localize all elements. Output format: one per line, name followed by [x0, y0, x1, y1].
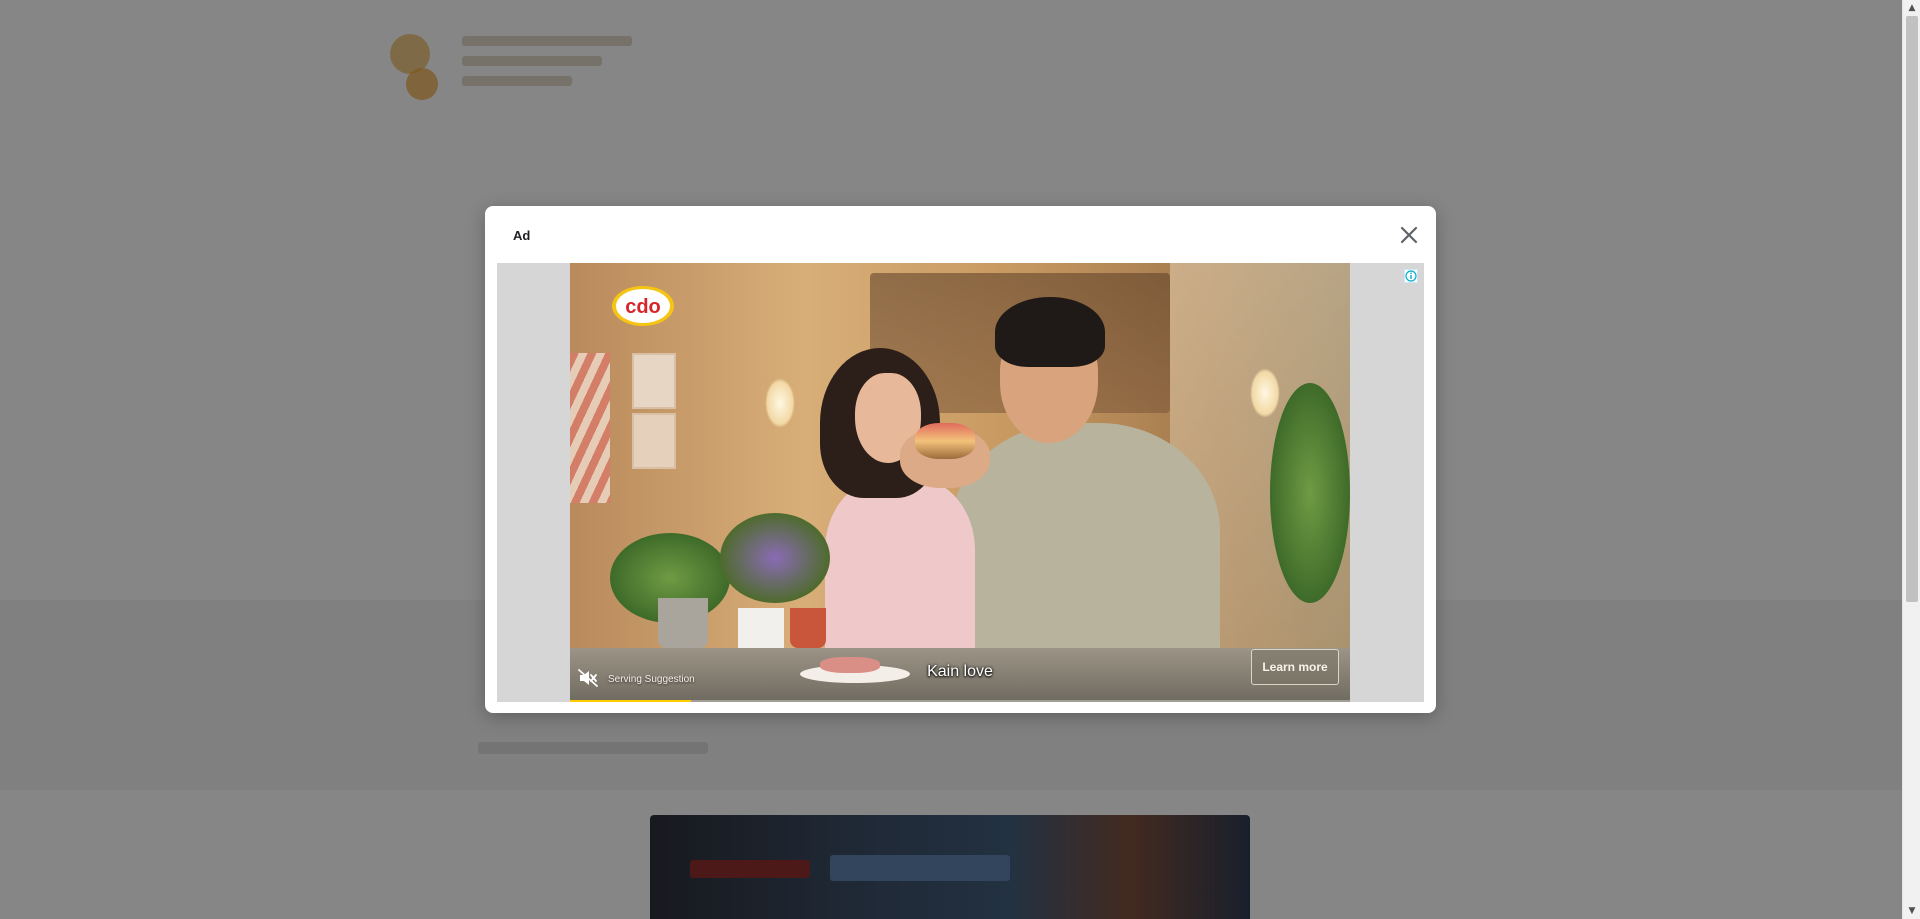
- scene-plant: [1270, 383, 1350, 603]
- scrollbar-thumb[interactable]: [1906, 16, 1918, 602]
- scene-man: [950, 423, 1220, 663]
- close-icon[interactable]: [1396, 222, 1422, 248]
- page-scrollbar[interactable]: ▲ ▼: [1902, 0, 1920, 919]
- video-caption: Kain love: [927, 663, 993, 680]
- scene-woman: [825, 478, 975, 658]
- ad-modal: Ad cdo Serving Suggestion Kain love Lear…: [485, 206, 1436, 713]
- brand-logo[interactable]: cdo: [611, 285, 675, 327]
- brand-logo-text: cdo: [625, 296, 661, 318]
- video-progress-track[interactable]: [570, 700, 1350, 702]
- scene-sandwich: [915, 423, 975, 459]
- scene-flowers: [720, 513, 830, 603]
- scene-picture-frame: [632, 353, 676, 409]
- scene-pot: [658, 598, 708, 648]
- video-progress-fill: [570, 700, 691, 702]
- learn-more-button[interactable]: Learn more: [1251, 649, 1339, 685]
- scene-picture-frame: [632, 413, 676, 469]
- info-icon[interactable]: [1404, 269, 1418, 283]
- ad-frame: cdo Serving Suggestion Kain love Learn m…: [497, 263, 1424, 702]
- video-ad-player[interactable]: cdo Serving Suggestion Kain love Learn m…: [570, 263, 1350, 702]
- scroll-up-arrow-icon[interactable]: ▲: [1903, 0, 1920, 16]
- scene-wall-art: [570, 353, 610, 503]
- scene-man-hair: [995, 297, 1105, 367]
- scene-lamp: [1250, 368, 1280, 418]
- scene-pot: [790, 608, 826, 648]
- scroll-down-arrow-icon[interactable]: ▼: [1903, 903, 1920, 919]
- modal-title: Ad: [513, 228, 531, 243]
- scene-lamp: [765, 378, 795, 428]
